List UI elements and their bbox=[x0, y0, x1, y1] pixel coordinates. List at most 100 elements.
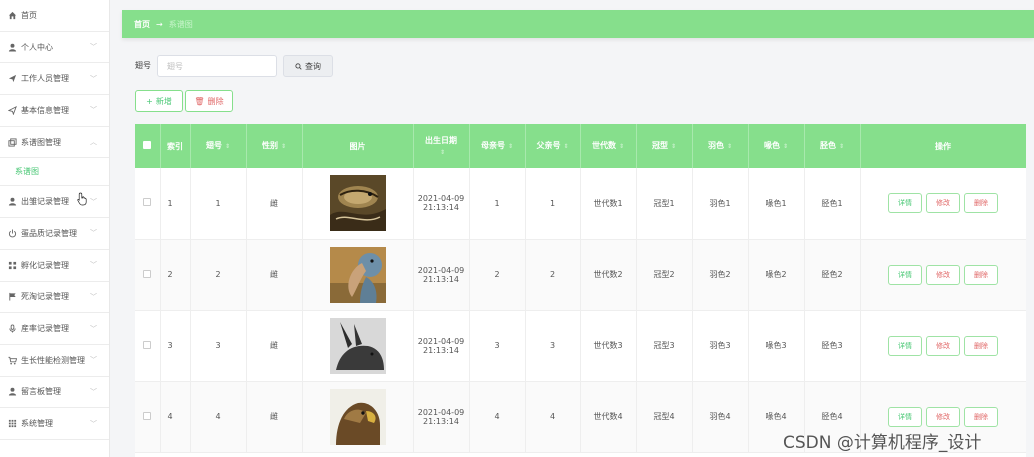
edit-button[interactable]: 修改 bbox=[926, 193, 960, 214]
cell-beak-color: 喙色3 bbox=[748, 310, 805, 382]
header-gender[interactable]: 性别 ⇕ bbox=[246, 124, 303, 168]
sort-icon[interactable]: ⇕ bbox=[619, 143, 624, 150]
sort-icon[interactable]: ⇕ bbox=[563, 143, 568, 150]
sidebar-item-hatch-out[interactable]: 出雏记录管理 ﹀ bbox=[0, 186, 109, 219]
add-button-label: 新增 bbox=[155, 96, 172, 106]
cell-generation: 世代数3 bbox=[580, 310, 637, 382]
sort-icon[interactable]: ⇕ bbox=[671, 143, 676, 150]
cell-comb-type: 冠型3 bbox=[636, 310, 693, 382]
row-checkbox[interactable] bbox=[143, 198, 152, 207]
row-checkbox-cell[interactable] bbox=[135, 310, 161, 382]
batch-delete-button[interactable]: 🗑 删除 bbox=[185, 90, 233, 112]
cell-father-number: 1 bbox=[525, 168, 581, 240]
cell-feather-color: 羽色2 bbox=[692, 239, 749, 311]
search-button[interactable]: 查询 bbox=[283, 55, 333, 77]
header-feather-color[interactable]: 羽色 ⇕ bbox=[692, 124, 749, 168]
sort-icon[interactable]: ⇕ bbox=[839, 143, 844, 150]
sidebar-item-label: 生长性能检测管理 bbox=[21, 355, 85, 365]
cell-father-number: 2 bbox=[525, 239, 581, 311]
cell-image bbox=[302, 239, 414, 311]
sidebar-item-incubation[interactable]: 孵化记录管理 ﹀ bbox=[0, 250, 109, 282]
cell-wing-number: 4 bbox=[190, 381, 247, 453]
row-checkbox-cell[interactable] bbox=[135, 381, 161, 453]
chevron-down-icon: ﹀ bbox=[90, 43, 97, 52]
header-birth-date[interactable]: 出生日期 ⇕ bbox=[413, 124, 470, 168]
breadcrumb: 首页 → 系谱图 bbox=[122, 10, 1034, 38]
cell-father-number: 4 bbox=[525, 381, 581, 453]
row-checkbox[interactable] bbox=[143, 340, 152, 349]
sidebar-item-pedigree[interactable]: 系谱图管理 ︿ bbox=[0, 127, 109, 159]
chevron-down-icon: ﹀ bbox=[90, 74, 97, 83]
select-all-checkbox[interactable] bbox=[143, 140, 152, 149]
sort-icon[interactable]: ⇕ bbox=[281, 143, 286, 150]
chevron-down-icon: ﹀ bbox=[90, 292, 97, 301]
header-father-number[interactable]: 父亲号 ⇕ bbox=[525, 124, 581, 168]
sidebar-item-growth-test[interactable]: 生长性能检测管理 ﹀ bbox=[0, 345, 109, 377]
add-button[interactable]: + 新增 bbox=[135, 90, 183, 112]
sort-icon[interactable]: ⇕ bbox=[783, 143, 788, 150]
header-generation[interactable]: 世代数 ⇕ bbox=[580, 124, 637, 168]
animal-photo bbox=[329, 317, 386, 374]
cell-birth-date: 2021-04-09 21:13:14 bbox=[413, 381, 470, 453]
table-row: 1 1 雌 2021-04-09 21:13:14 1 1 世代数1 冠型1 羽色… bbox=[135, 168, 1026, 240]
edit-button[interactable]: 修改 bbox=[926, 406, 960, 427]
header-index[interactable]: 索引 bbox=[160, 124, 191, 168]
sidebar-item-label: 基本信息管理 bbox=[21, 105, 69, 115]
header-wing-number[interactable]: 翅号 ⇕ bbox=[190, 124, 247, 168]
cell-generation: 世代数4 bbox=[580, 381, 637, 453]
sidebar-item-personal-center[interactable]: 个人中心 ﹀ bbox=[0, 32, 109, 64]
row-checkbox[interactable] bbox=[143, 269, 152, 278]
detail-button[interactable]: 详情 bbox=[888, 335, 922, 356]
cell-shank-color: 胫色3 bbox=[804, 310, 861, 382]
detail-button[interactable]: 详情 bbox=[888, 406, 922, 427]
header-beak-color[interactable]: 喙色 ⇕ bbox=[748, 124, 805, 168]
flag-icon bbox=[7, 292, 17, 302]
delete-button[interactable]: 删除 bbox=[964, 406, 998, 427]
row-checkbox-cell[interactable] bbox=[135, 168, 161, 240]
sort-icon[interactable]: ⇕ bbox=[225, 143, 230, 150]
sidebar-subitem-pedigree[interactable]: 系谱图 bbox=[0, 158, 109, 187]
cell-operations: 详情 修改 删除 bbox=[860, 239, 1026, 311]
sort-icon[interactable]: ⇕ bbox=[508, 143, 513, 150]
sidebar-item-label: 出雏记录管理 bbox=[21, 197, 69, 207]
row-checkbox[interactable] bbox=[143, 411, 152, 420]
cell-gender: 雌 bbox=[246, 310, 303, 382]
pedigree-table: 索引 翅号 ⇕ 性别 ⇕ 图片 出生日期 ⇕ 母亲号 ⇕ 父亲号 ⇕ 世代数 ⇕ 冠型 ⇕ 羽… bbox=[135, 124, 1026, 457]
sidebar-item-label: 留言板管理 bbox=[21, 387, 61, 397]
cell-mother-number: 4 bbox=[469, 381, 526, 453]
snake-photo bbox=[329, 175, 386, 232]
header-select-all[interactable] bbox=[135, 124, 161, 168]
edit-button[interactable]: 修改 bbox=[926, 335, 960, 356]
header-shank-color[interactable]: 胫色 ⇕ bbox=[804, 124, 861, 168]
breadcrumb-home[interactable]: 首页 bbox=[134, 19, 150, 30]
search-input[interactable] bbox=[157, 55, 277, 77]
edit-button[interactable]: 修改 bbox=[926, 264, 960, 285]
delete-button[interactable]: 删除 bbox=[964, 193, 998, 214]
sidebar-item-system[interactable]: 系统管理 ﹀ bbox=[0, 408, 109, 440]
sort-icon[interactable]: ⇕ bbox=[440, 149, 445, 156]
delete-button[interactable]: 删除 bbox=[964, 335, 998, 356]
chevron-down-icon: ﹀ bbox=[90, 356, 97, 365]
sidebar-item-home[interactable]: 首页 bbox=[0, 0, 109, 32]
sidebar-item-basic-info[interactable]: 基本信息管理 ﹀ bbox=[0, 95, 109, 127]
cell-gender: 雌 bbox=[246, 239, 303, 311]
detail-button[interactable]: 详情 bbox=[888, 193, 922, 214]
user-icon bbox=[7, 197, 17, 207]
header-mother-number[interactable]: 母亲号 ⇕ bbox=[469, 124, 526, 168]
cell-wing-number: 2 bbox=[190, 239, 247, 311]
sidebar-item-message-board[interactable]: 留言板管理 ﹀ bbox=[0, 377, 109, 409]
detail-button[interactable]: 详情 bbox=[888, 264, 922, 285]
hand-cursor-icon bbox=[77, 192, 87, 206]
sidebar-item-egg-quality[interactable]: 蛋品质记录管理 ﹀ bbox=[0, 218, 109, 250]
sidebar-item-laying-rate[interactable]: 産率记录管理 ﹀ bbox=[0, 313, 109, 345]
chevron-down-icon: ﹀ bbox=[90, 197, 97, 206]
row-checkbox-cell[interactable] bbox=[135, 239, 161, 311]
header-comb-type[interactable]: 冠型 ⇕ bbox=[636, 124, 693, 168]
cell-beak-color: 喙色1 bbox=[748, 168, 805, 240]
delete-button[interactable]: 删除 bbox=[964, 264, 998, 285]
cell-image bbox=[302, 381, 414, 453]
sidebar-item-staff[interactable]: 工作人员管理 ﹀ bbox=[0, 63, 109, 96]
sort-icon[interactable]: ⇕ bbox=[727, 143, 732, 150]
sidebar-item-label: 首页 bbox=[21, 10, 37, 20]
sidebar-item-mortality[interactable]: 死淘记录管理 ﹀ bbox=[0, 282, 109, 314]
